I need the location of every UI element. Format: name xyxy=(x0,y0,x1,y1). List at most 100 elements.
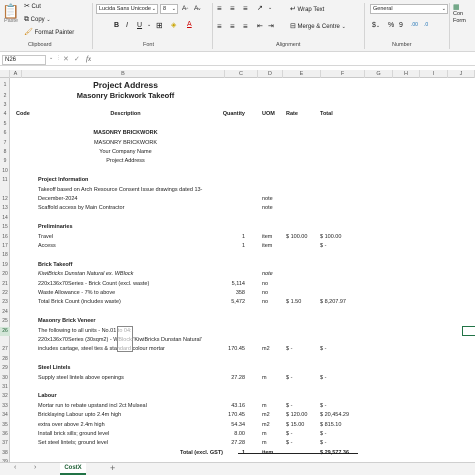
cell-f[interactable]: $ 8,207.97 xyxy=(320,298,346,307)
underline-button[interactable]: U xyxy=(137,22,142,29)
increase-decimal-button[interactable]: .00 xyxy=(411,22,418,28)
cell-c[interactable]: 54.34 xyxy=(215,421,245,430)
row-header[interactable]: 28 xyxy=(0,355,10,364)
column-header-b[interactable]: B xyxy=(22,70,225,78)
cell-b[interactable]: includes cartage, steel ties & standard … xyxy=(38,345,165,354)
cell-e[interactable]: $ - xyxy=(286,402,292,411)
row-header[interactable]: 7 xyxy=(0,139,10,148)
align-middle-icon[interactable]: ≡ xyxy=(230,4,235,13)
cell-d[interactable]: m xyxy=(262,402,267,411)
cell-f[interactable]: Total xyxy=(320,110,333,119)
align-right-icon[interactable]: ≡ xyxy=(243,22,248,31)
column-header-c[interactable]: C xyxy=(225,70,258,78)
orientation-icon[interactable]: ↗ xyxy=(257,4,263,12)
row-header[interactable]: 33 xyxy=(0,402,10,411)
cell-b[interactable]: Scaffold access by Main Contractor xyxy=(38,204,124,213)
bold-button[interactable]: B xyxy=(114,22,119,29)
row-header[interactable]: 5 xyxy=(0,120,10,129)
row-header[interactable]: 1 xyxy=(0,80,10,91)
cell-e[interactable]: $ 100.00 xyxy=(286,233,307,242)
cell-b[interactable]: Your Company Name xyxy=(38,148,213,157)
row-header[interactable]: 27 xyxy=(0,345,10,354)
cell-d[interactable]: m2 xyxy=(262,421,270,430)
cell-b[interactable]: Brick Takeoff xyxy=(38,261,72,270)
cell-f[interactable]: $ - xyxy=(320,345,326,354)
row-header[interactable]: 10 xyxy=(0,167,10,176)
column-header-g[interactable]: G xyxy=(365,70,393,78)
row-header[interactable]: 18 xyxy=(0,251,10,260)
cell-b[interactable]: Masonry Brickwork Takeoff xyxy=(38,91,213,102)
cell-c[interactable]: 8.00 xyxy=(215,430,245,439)
paste-button[interactable]: 📋 Paste xyxy=(2,4,20,24)
cell-d[interactable]: m xyxy=(262,439,267,448)
cell-b[interactable]: Total Brick Count (includes waste) xyxy=(38,298,121,307)
row-header[interactable]: 19 xyxy=(0,261,10,270)
row-header[interactable]: 14 xyxy=(0,214,10,223)
row-header[interactable]: 15 xyxy=(0,223,10,232)
cell-f[interactable]: $ 100.00 xyxy=(320,233,341,242)
borders-icon[interactable]: ⊞ xyxy=(156,21,163,30)
row-header[interactable]: 9 xyxy=(0,157,10,166)
chevron-down-icon[interactable]: ⌄ xyxy=(268,5,272,11)
cell-b[interactable]: Takeoff based on Arch Resource Consent I… xyxy=(38,186,202,195)
cell-d[interactable]: m xyxy=(262,430,267,439)
column-header-i[interactable]: I xyxy=(420,70,448,78)
cell-e[interactable]: $ - xyxy=(286,374,292,383)
column-header-h[interactable]: H xyxy=(393,70,420,78)
row-header[interactable] xyxy=(0,336,10,345)
fill-color-icon[interactable]: ◈ xyxy=(171,21,176,29)
conditional-formatting-button[interactable]: ▦ Con Form xyxy=(453,4,466,25)
prev-sheet-icon[interactable]: ‹ xyxy=(14,464,16,471)
row-header[interactable]: 36 xyxy=(0,430,10,439)
row-header[interactable]: 22 xyxy=(0,289,10,298)
row-header[interactable]: 37 xyxy=(0,439,10,448)
cell-d[interactable]: item xyxy=(262,242,272,251)
cell-d[interactable]: note xyxy=(262,270,273,279)
cell-f[interactable]: $ - xyxy=(320,374,326,383)
format-painter-button[interactable]: 🖌 Format Painter xyxy=(24,29,74,36)
cancel-icon[interactable]: ✕ xyxy=(63,55,69,63)
cell-e[interactable]: $ 1.50 xyxy=(286,298,301,307)
cell-c[interactable]: 5,472 xyxy=(215,298,245,307)
namebox-dropdown-icon[interactable]: ⌄ xyxy=(49,55,53,61)
increase-font-button[interactable]: A ^ xyxy=(182,5,188,12)
align-left-icon[interactable]: ≡ xyxy=(217,22,222,31)
row-header[interactable]: 23 xyxy=(0,298,10,307)
cell-f[interactable]: $ 815.10 xyxy=(320,421,341,430)
cell-b[interactable]: Install brick sills; ground level xyxy=(38,430,109,439)
cell-d[interactable]: note xyxy=(262,195,273,204)
cell-b[interactable]: Description xyxy=(38,110,213,119)
row-header[interactable]: 20 xyxy=(0,270,10,279)
cell-d[interactable]: item xyxy=(262,233,272,242)
row-header[interactable]: 3 xyxy=(0,101,10,110)
cell-c[interactable]: 358 xyxy=(215,289,245,298)
column-header-a[interactable]: A xyxy=(10,70,22,78)
row-header[interactable]: 16 xyxy=(0,233,10,242)
cell-d[interactable]: m xyxy=(262,374,267,383)
row-header[interactable]: 29 xyxy=(0,364,10,373)
cell-b[interactable]: MASONRY BRICKWORK xyxy=(38,129,213,138)
italic-button[interactable]: I xyxy=(126,22,128,29)
percent-button[interactable]: % xyxy=(388,22,394,29)
cell-e[interactable]: $ 15.00 xyxy=(286,421,304,430)
row-header[interactable]: 11 xyxy=(0,176,10,185)
row-header[interactable]: 17 xyxy=(0,242,10,251)
cell-b[interactable]: Project Information xyxy=(38,176,88,185)
column-header-d[interactable]: D xyxy=(258,70,283,78)
wrap-text-button[interactable]: ↵ Wrap Text xyxy=(290,6,324,13)
cell-c[interactable]: 170.45 xyxy=(215,411,245,420)
next-sheet-icon[interactable]: › xyxy=(34,464,36,471)
row-header[interactable]: 25 xyxy=(0,317,10,326)
font-size-select[interactable]: 8 ⌄ xyxy=(160,4,178,14)
number-format-select[interactable]: General ⌄ xyxy=(370,4,448,14)
cell-b[interactable]: Waste Allowance - 7% to above xyxy=(38,289,115,298)
cell-d[interactable]: no xyxy=(262,280,268,289)
check-icon[interactable]: ✓ xyxy=(74,55,80,63)
cell-d[interactable]: note xyxy=(262,204,273,213)
cell-b[interactable]: Preliminaries xyxy=(38,223,73,232)
decrease-font-button[interactable]: Av xyxy=(194,5,200,12)
decrease-decimal-button[interactable]: .0 xyxy=(424,22,428,28)
worksheet-grid[interactable]: Project Address Masonry Brickwork Takeoff… xyxy=(10,78,475,462)
row-header[interactable]: 12 xyxy=(0,195,10,204)
row-header[interactable]: 13 xyxy=(0,204,10,213)
